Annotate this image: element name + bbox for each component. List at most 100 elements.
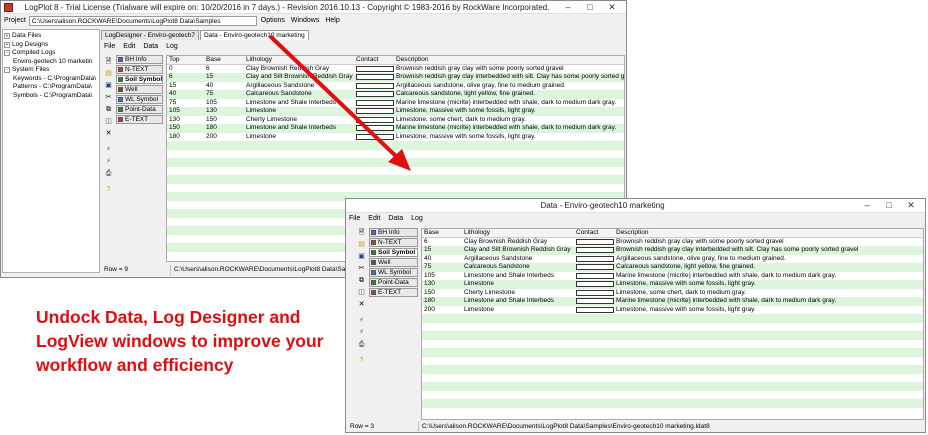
lith-cell[interactable] [462, 399, 574, 408]
base-cell[interactable] [204, 175, 244, 184]
delete-icon[interactable]: ✕ [104, 129, 113, 138]
top-cell[interactable]: 40 [167, 90, 204, 99]
lith-cell[interactable] [462, 348, 574, 357]
desc-cell[interactable]: Argillaceous sandstone, olive gray, fine… [394, 82, 624, 91]
lith-cell[interactable] [462, 331, 574, 340]
desc-cell[interactable] [394, 141, 624, 150]
top-cell[interactable]: 150 [167, 124, 204, 133]
desc-cell[interactable]: Marine limestone (micrite) interbedded w… [614, 297, 923, 306]
menu-log[interactable]: Log [166, 43, 178, 50]
table-row[interactable] [422, 391, 923, 400]
base-cell[interactable] [204, 167, 244, 176]
menu-edit[interactable]: Edit [123, 43, 135, 50]
lith-cell[interactable] [244, 235, 354, 244]
new-file-icon[interactable]: 🗎 [357, 228, 366, 237]
top-cell[interactable] [167, 235, 204, 244]
menu-data[interactable]: Data [388, 215, 403, 222]
lith-cell[interactable] [244, 252, 354, 261]
contact-cell[interactable] [354, 150, 394, 159]
base-cell[interactable]: 200 [422, 306, 462, 315]
contact-cell[interactable] [354, 175, 394, 184]
table-row[interactable] [422, 331, 923, 340]
tree-node-patterns[interactable]: Patterns - C:\ProgramData\ [4, 83, 98, 92]
desc-cell[interactable] [614, 323, 923, 332]
contact-cell[interactable] [574, 289, 614, 298]
sidetab-e-text[interactable]: E-TEXT [116, 115, 163, 124]
sidetab-point-data[interactable]: Point-Data [369, 278, 418, 287]
table-row[interactable]: 40 Argillaceous Sandstone Argillaceous san… [422, 255, 923, 264]
desc-cell[interactable] [394, 158, 624, 167]
contact-cell[interactable] [574, 238, 614, 247]
base-cell[interactable]: 6 [204, 65, 244, 74]
table-row[interactable] [422, 408, 923, 417]
table-row[interactable] [422, 382, 923, 391]
delete-icon[interactable]: ✕ [357, 300, 366, 309]
top-cell[interactable] [167, 252, 204, 261]
desc-cell[interactable]: Limestone, some chert, dark to medium gr… [394, 116, 624, 125]
lith-cell[interactable] [244, 184, 354, 193]
desc-cell[interactable] [394, 167, 624, 176]
base-cell[interactable] [422, 408, 462, 417]
contact-cell[interactable] [574, 357, 614, 366]
base-cell[interactable]: 105 [422, 272, 462, 281]
undocked-data-grid[interactable]: Base Lithology Contact Description 6 Clay… [421, 228, 924, 420]
paste-icon[interactable]: ◫ [104, 117, 113, 126]
top-cell[interactable]: 0 [167, 65, 204, 74]
table-row[interactable] [167, 175, 624, 184]
desc-cell[interactable]: Brownish reddish gray clay with some poo… [614, 238, 923, 247]
lith-cell[interactable]: Limestone [462, 306, 574, 315]
base-cell[interactable] [422, 365, 462, 374]
table-row[interactable] [167, 184, 624, 193]
table-row[interactable] [422, 340, 923, 349]
sidetab-n-text[interactable]: N-TEXT [116, 65, 163, 74]
desc-cell[interactable] [614, 399, 923, 408]
menu-file[interactable]: File [104, 43, 115, 50]
contact-cell[interactable] [354, 73, 394, 82]
base-cell[interactable]: 130 [204, 107, 244, 116]
minimize-icon[interactable]: – [557, 1, 579, 14]
contact-cell[interactable] [574, 399, 614, 408]
desc-cell[interactable] [614, 391, 923, 400]
table-row[interactable]: 0 6 Clay Brownish Reddish Gray Brownish red… [167, 65, 624, 74]
lith-cell[interactable]: Clay Brownish Reddish Gray [244, 65, 354, 74]
desc-cell[interactable]: Calcareous sandstone, light yellow, fine… [614, 263, 923, 272]
base-cell[interactable] [422, 314, 462, 323]
table-row[interactable] [422, 399, 923, 408]
new-file-icon[interactable]: 🗎 [104, 57, 113, 66]
close-icon[interactable]: ✕ [601, 1, 623, 14]
desc-cell[interactable] [614, 374, 923, 383]
menu-options[interactable]: Options [261, 17, 285, 24]
top-cell[interactable]: 6 [167, 73, 204, 82]
table-row[interactable]: 180 200 Limestone Limestone, massive with s… [167, 133, 624, 142]
cut-icon[interactable]: ✂ [357, 264, 366, 273]
base-cell[interactable] [204, 226, 244, 235]
table-row[interactable]: 15 Clay and Silt Brownish Reddish Gray Bro… [422, 246, 923, 255]
table-row[interactable]: 200 Limestone Limestone, massive with some… [422, 306, 923, 315]
menu-edit[interactable]: Edit [368, 215, 380, 222]
base-cell[interactable]: 150 [422, 289, 462, 298]
top-cell[interactable] [167, 226, 204, 235]
desc-cell[interactable] [614, 408, 923, 417]
contact-cell[interactable] [574, 272, 614, 281]
fill-down-icon[interactable]: ⚡ [104, 157, 113, 166]
contact-cell[interactable] [354, 107, 394, 116]
tab-log-designer[interactable]: LogDesigner - Enviro-geotech7 [101, 30, 199, 40]
contact-cell[interactable] [574, 340, 614, 349]
top-cell[interactable] [167, 167, 204, 176]
contact-cell[interactable] [574, 348, 614, 357]
base-cell[interactable] [422, 399, 462, 408]
table-row[interactable] [422, 314, 923, 323]
top-cell[interactable] [167, 175, 204, 184]
base-cell[interactable] [204, 184, 244, 193]
table-row[interactable]: 40 75 Calcareous Sandstone Calcareous sands… [167, 90, 624, 99]
desc-cell[interactable]: Calcareous sandstone, light yellow, fine… [394, 90, 624, 99]
contact-cell[interactable] [354, 90, 394, 99]
base-cell[interactable] [204, 201, 244, 210]
lith-cell[interactable]: Limestone and Shale Interbeds [462, 272, 574, 281]
table-row[interactable]: 180 Limestone and Shale Interbeds Marine l… [422, 297, 923, 306]
open-folder-icon[interactable]: ▤ [357, 240, 366, 249]
desc-cell[interactable]: Limestone, massive with some fossils, li… [394, 133, 624, 142]
menu-log[interactable]: Log [411, 215, 423, 222]
lith-cell[interactable]: Calcareous Sandstone [244, 90, 354, 99]
table-row[interactable]: 130 150 Cherty Limestone Limestone, some ch… [167, 116, 624, 125]
